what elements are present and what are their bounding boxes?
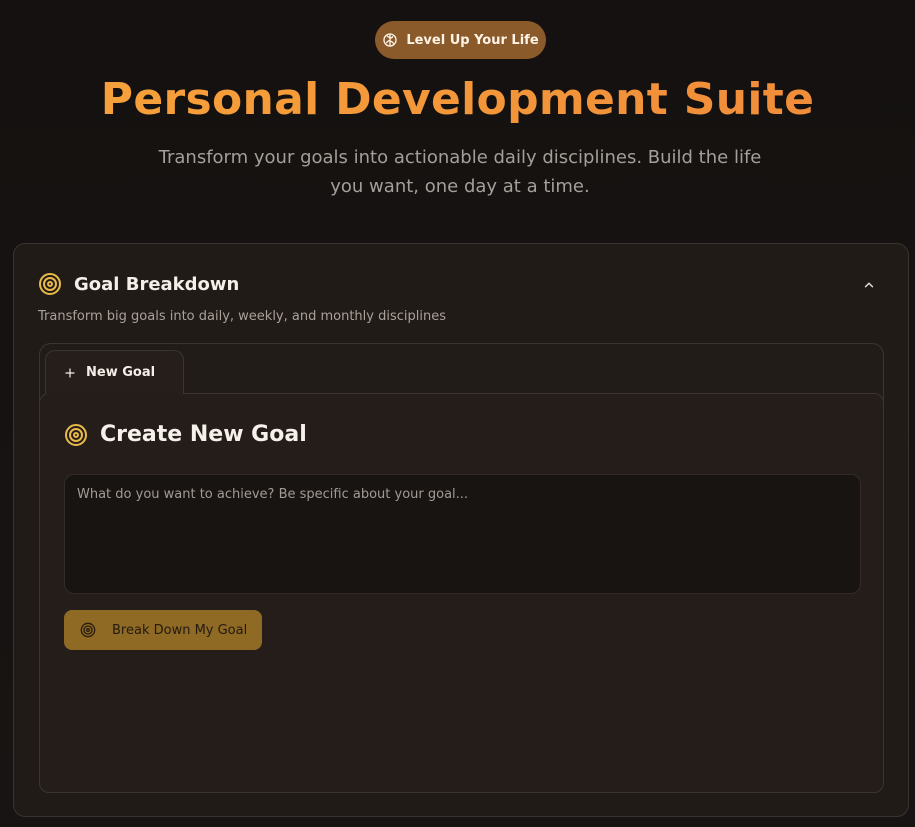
card-title: Goal Breakdown: [74, 273, 240, 295]
plus-icon: [65, 367, 75, 378]
collapse-button[interactable]: [860, 276, 878, 294]
page-title: Personal Development Suite: [0, 74, 915, 125]
goal-tabs: New Goal Create New Goal What do you wan…: [39, 343, 884, 793]
badge-label: Level Up Your Life: [406, 32, 539, 48]
chevron-up-icon: [864, 282, 874, 288]
card-description: Transform big goals into daily, weekly, …: [38, 309, 446, 324]
tab-new-goal[interactable]: New Goal: [45, 350, 184, 394]
target-icon: [80, 622, 96, 638]
card-header: Goal Breakdown: [38, 272, 239, 296]
goal-input[interactable]: [64, 474, 861, 594]
target-icon: [39, 273, 61, 295]
brain-icon: [383, 33, 397, 47]
page-subtitle: Transform your goals into actionable dai…: [158, 147, 762, 197]
button-label: Break Down My Goal: [112, 622, 248, 638]
page: Level Up Your Life Personal Development …: [0, 0, 915, 827]
new-goal-panel: Create New Goal Break Down My Goal: [39, 393, 884, 793]
panel-header: Create New Goal: [64, 422, 307, 447]
goal-breakdown-card: Goal Breakdown Transform big goals into …: [13, 243, 909, 817]
level-up-badge: Level Up Your Life: [375, 21, 546, 59]
target-icon: [65, 423, 87, 446]
tab-label: New Goal: [86, 365, 156, 380]
panel-title: Create New Goal: [100, 422, 307, 447]
break-down-goal-button[interactable]: Break Down My Goal: [64, 610, 262, 650]
